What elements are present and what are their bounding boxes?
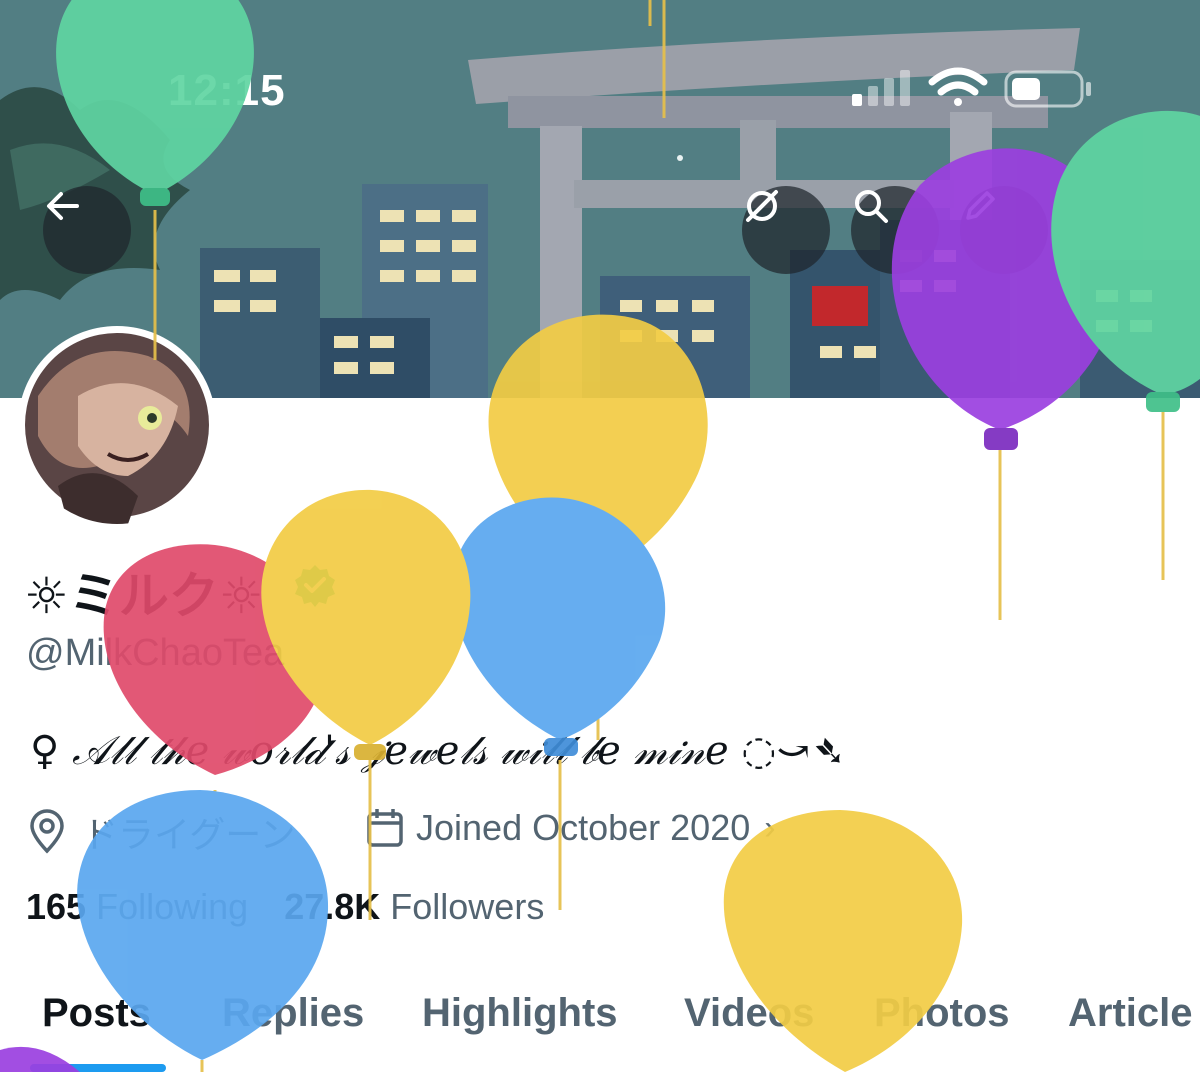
tab-videos[interactable]: Videos [684,991,814,1036]
handle: @MilkChaoTea [26,632,285,674]
avatar-illustration [25,333,209,524]
tab-articles[interactable]: Article [1068,991,1193,1036]
avatar[interactable] [18,326,216,524]
search-button[interactable] [851,186,939,274]
display-name: ☼ミルク☼ [24,567,264,625]
bio: ♀ 𝒜𝓁𝓁 𝓉𝒽𝑒 𝓌𝑜𝓇𝓁𝒹'𝓈 𝒿𝑒𝓌𝑒𝓁𝓈 𝓌𝒾𝓁𝓁 𝒷𝑒 𝓂𝒾𝓃𝑒 ◌⤻… [30,728,841,774]
verified-badge-icon[interactable] [292,562,338,608]
tab-highlights[interactable]: Highlights [422,991,618,1036]
active-tab-indicator [30,1064,166,1072]
back-button[interactable] [43,186,131,274]
arrow-left-icon [47,192,79,220]
tab-photos[interactable]: Photos [874,991,1010,1036]
tab-replies[interactable]: Replies [222,991,364,1036]
chevron-right-icon: › [764,808,776,847]
location-text: ドライグーン [82,814,296,855]
follow-stats: 165 Following 27.8K Followers [26,886,544,928]
following-label: Following [96,886,249,927]
edit-button[interactable] [960,186,1048,274]
followers-link[interactable]: 27.8K Followers [284,886,544,927]
followers-count: 27.8K [284,886,381,927]
profile-tabs: Posts Replies Highlights Videos Photos A… [0,985,1200,1072]
edit-pencil-icon [966,191,995,220]
search-icon [855,190,888,223]
status-time: 12:15 [168,66,286,115]
joined-text: Joined October 2020 [416,807,751,848]
following-link[interactable]: 165 Following [26,886,248,927]
location-pin-icon [30,809,64,854]
tab-posts[interactable]: Posts [42,991,151,1036]
followers-label: Followers [390,886,545,927]
following-count: 165 [26,886,87,927]
calendar-icon [367,809,403,847]
grok-icon [746,190,778,222]
location: ドライグーン [26,806,295,858]
profile-banner[interactable]: 12:15 [0,0,1200,398]
join-date[interactable]: Joined October 2020 › [364,806,776,850]
grok-button[interactable] [742,186,830,274]
